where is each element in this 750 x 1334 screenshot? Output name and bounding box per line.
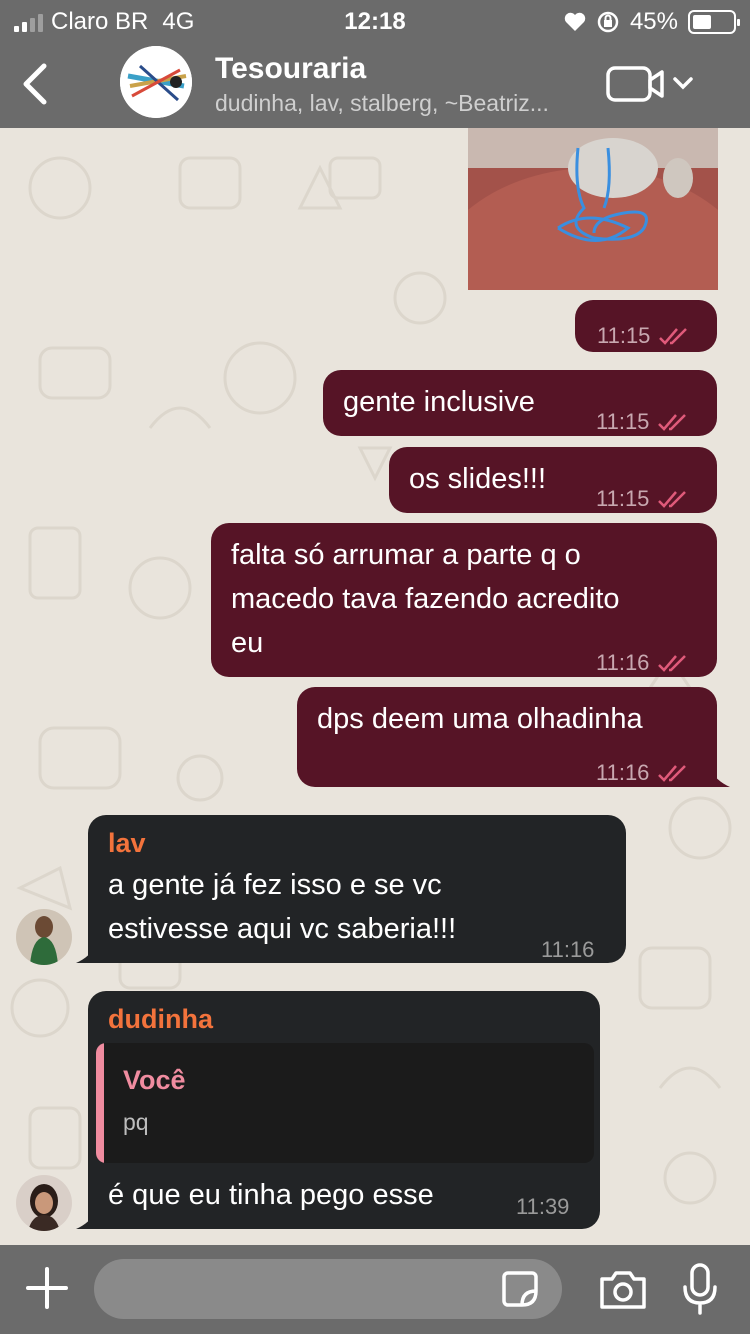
message-line: eu [231,627,264,659]
quote-author: Você [123,1065,186,1095]
message-text: dps deem uma olhadinha [317,703,643,735]
avatar-image [16,1175,72,1231]
avatar-dudinha[interactable] [16,1175,72,1231]
message-line: falta só arrumar a parte q o [231,539,581,571]
message-text: os slides!!! [409,463,546,495]
plus-icon[interactable] [24,1265,70,1311]
message-line: estivesse aqui vc saberia!!! [108,913,457,945]
rotation-lock-icon [597,11,619,33]
message-bubble-incoming[interactable]: lav a gente já fez isso e se vc estivess… [88,815,626,963]
sender-name: dudinha [108,1004,213,1034]
chat-header: Claro BR 4G 12:18 45% Tesouraria dudinha… [0,0,750,128]
double-check-icon [658,765,687,782]
quote-accent-bar [96,1043,104,1163]
message-text: a gente já fez isso e se vc estivesse aq… [108,863,456,951]
sticker-image [468,128,718,290]
message-bubble-outgoing[interactable]: gente inclusive 11:15 [323,370,717,436]
message-time: 11:16 [596,760,650,785]
message-time: 11:15 [596,409,650,434]
battery-icon [688,10,740,34]
chat-title[interactable]: Tesouraria [215,52,366,86]
quoted-message[interactable]: Você pq [96,1043,594,1163]
sender-name: lav [108,828,146,858]
message-meta: 11:16 [596,641,689,685]
sticker-icon[interactable] [500,1269,540,1309]
message-meta: 11:15 [596,477,689,521]
back-chevron-icon[interactable] [18,62,52,106]
double-check-icon [658,491,687,508]
message-bubble-outgoing[interactable]: 11:15 [575,300,717,352]
message-meta: 11:16 [541,928,594,972]
message-meta: 11:39 [516,1194,569,1220]
message-time: 11:15 [597,323,651,348]
message-text: falta só arrumar a parte q o macedo tava… [231,533,620,665]
battery-percent: 45% [629,8,678,35]
message-line: a gente já fez isso e se vc [108,869,442,901]
participants-list[interactable]: dudinha, lav, stalberg, ~Beatriz... [215,90,585,117]
message-line: macedo tava fazendo acredito [231,583,620,615]
message-bubble-outgoing[interactable]: dps deem uma olhadinha 11:16 [297,687,717,787]
mic-icon[interactable] [680,1263,720,1315]
message-composer [0,1245,750,1334]
message-input[interactable] [94,1259,562,1319]
message-time: 11:39 [516,1194,570,1219]
message-text: é que eu tinha pego esse [108,1179,434,1211]
image-message[interactable] [468,128,718,290]
avatar-lav[interactable] [16,909,72,965]
message-text: gente inclusive [343,386,535,418]
heart-icon [564,12,586,31]
group-avatar[interactable] [120,46,192,118]
message-bubble-outgoing[interactable]: falta só arrumar a parte q o macedo tava… [211,523,717,677]
message-time: 11:16 [596,650,650,675]
double-check-icon [658,655,687,672]
bubble-tail [708,767,730,787]
status-right: 45% [564,8,740,36]
message-time: 11:15 [596,486,650,511]
message-bubble-outgoing[interactable]: os slides!!! 11:15 [389,447,717,513]
double-check-icon [658,414,687,431]
group-avatar-image [120,46,192,118]
message-time: 11:16 [541,937,595,962]
status-bar: Claro BR 4G 12:18 45% [0,0,750,42]
bubble-tail [76,943,98,963]
message-meta: 11:15 [596,400,689,444]
chevron-down-icon [673,77,693,90]
avatar-image [16,909,72,965]
quote-text: pq [123,1109,149,1135]
bubble-tail [76,1209,98,1229]
camera-icon[interactable] [598,1267,648,1311]
video-call-button[interactable] [606,64,696,104]
message-meta: 11:15 [597,314,690,358]
double-check-icon [659,328,688,345]
message-meta: 11:16 [596,751,689,795]
